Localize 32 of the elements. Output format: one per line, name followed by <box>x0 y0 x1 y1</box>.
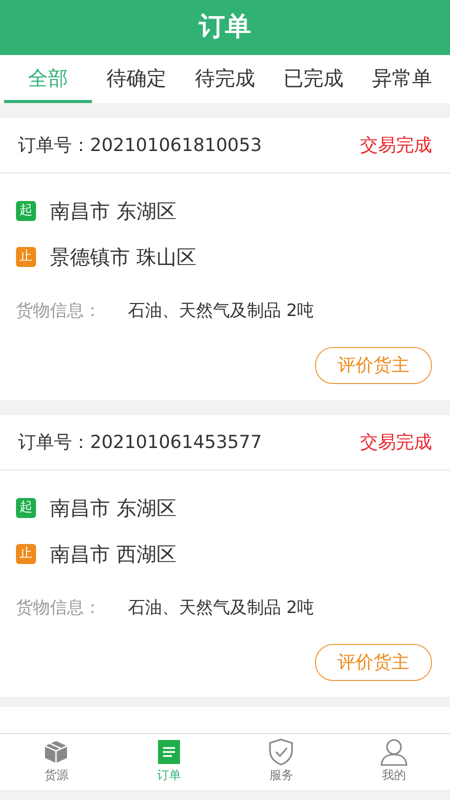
cargo-info: 石油、天然气及制品 2吨 <box>128 300 314 324</box>
order-number: 订单号：202101061453577 <box>18 430 262 454</box>
cargo-label: 货物信息： <box>16 300 102 324</box>
cargo-label: 货物信息： <box>16 597 102 620</box>
tab[interactable]: 待完成 <box>180 55 270 103</box>
stop-place: 景德镇市 珠山区 <box>50 244 196 271</box>
person-icon <box>380 738 408 766</box>
stop-badge: 止 <box>16 247 36 267</box>
rate-shipper-button[interactable]: 评价货主 <box>315 644 432 681</box>
stop-place: 南昌市 西湖区 <box>50 541 176 568</box>
shield-check-icon <box>268 738 294 766</box>
list-icon <box>158 738 180 766</box>
stop-badge: 起 <box>16 498 36 518</box>
tab[interactable]: 异常单 <box>358 55 446 103</box>
stop-place: 南昌市 东湖区 <box>50 198 176 225</box>
stop-badge: 止 <box>16 544 36 564</box>
nav-tab[interactable]: 货源 <box>0 734 112 790</box>
stop-badge: 起 <box>16 201 36 221</box>
nav-tab[interactable]: 服务 <box>225 734 338 790</box>
order-number: 订单号：202101061810053 <box>18 134 262 158</box>
tab[interactable]: 已完成 <box>269 55 358 103</box>
order-status: 交易完成 <box>360 134 432 158</box>
tab[interactable]: 待确定 <box>92 55 181 103</box>
nav-tab[interactable]: 订单 <box>112 734 225 790</box>
order-status: 交易完成 <box>360 430 432 454</box>
stop-place: 南昌市 东湖区 <box>50 495 176 522</box>
rate-shipper-button[interactable]: 评价货主 <box>315 347 432 384</box>
page-title: 订单 <box>199 11 251 44</box>
tab[interactable]: 全部 <box>4 55 92 103</box>
nav-tab[interactable]: 我的 <box>338 734 450 790</box>
box-icon <box>43 738 70 766</box>
cargo-info: 石油、天然气及制品 2吨 <box>128 597 314 620</box>
